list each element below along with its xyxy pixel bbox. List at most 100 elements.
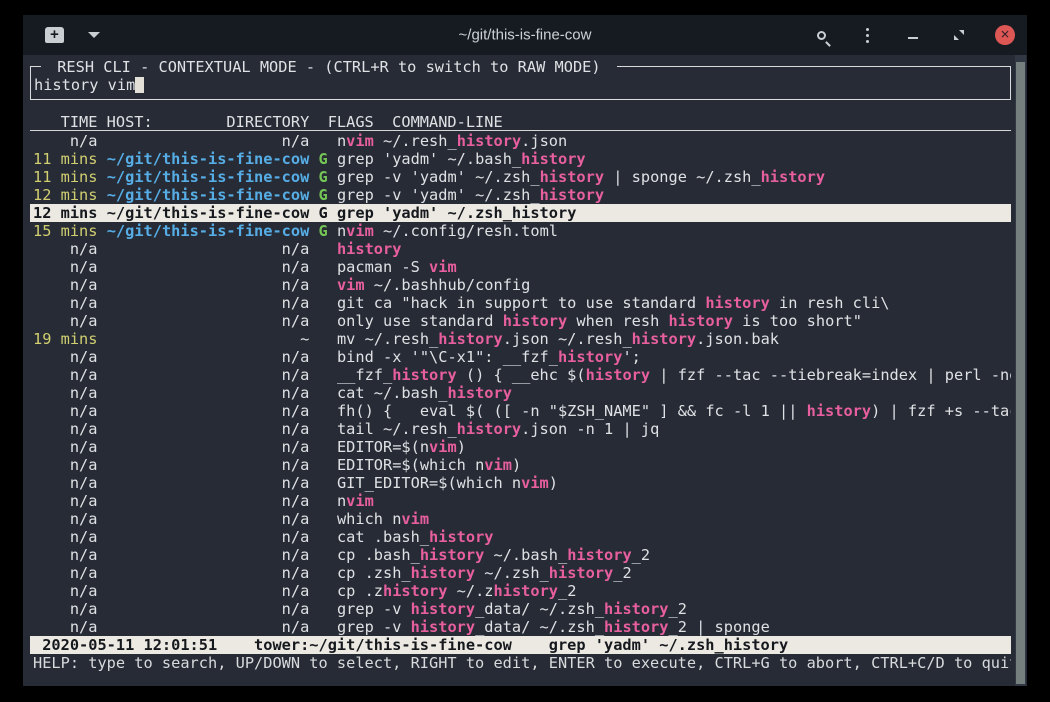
minimize-icon xyxy=(908,37,918,39)
history-row[interactable]: n/a n/a pacman -S vim xyxy=(30,258,1011,276)
history-row[interactable]: n/a n/a tail ~/.resh_history.json -n 1 |… xyxy=(30,420,1011,438)
history-row[interactable]: n/a n/a grep -v history_data/ ~/.zsh_his… xyxy=(30,600,1011,618)
row-segment: vim xyxy=(401,510,429,528)
menu-button[interactable] xyxy=(857,25,877,45)
history-row[interactable]: n/a n/a cp .bash_history ~/.bash_history… xyxy=(30,546,1011,564)
row-segment: n/a xyxy=(97,258,309,276)
row-segment: which n xyxy=(337,510,401,528)
row-segment: n/a xyxy=(33,438,97,456)
history-row[interactable]: n/a n/a cat .bash_history xyxy=(30,528,1011,546)
history-row[interactable]: 12 mins ~/git/this-is-fine-cow G grep -v… xyxy=(30,186,1011,204)
row-segment: 19 mins xyxy=(33,330,97,348)
scrollbar[interactable] xyxy=(1015,55,1026,686)
row-segment: n/a xyxy=(97,618,309,636)
row-segment: _2 xyxy=(613,564,631,582)
row-segment: tail ~/.resh_ xyxy=(337,420,457,438)
history-row[interactable]: 11 mins ~/git/this-is-fine-cow G grep 'y… xyxy=(30,150,1011,168)
row-segment: _data/ ~/.zsh_ xyxy=(475,600,604,618)
history-row[interactable]: 19 mins ~ mv ~/.resh_history.json ~/.res… xyxy=(30,330,1011,348)
row-segment xyxy=(309,330,337,348)
row-segment xyxy=(97,222,106,240)
row-segment: grep 'yadm' ~/.zsh_history xyxy=(337,204,576,222)
row-segment: G xyxy=(319,168,328,186)
history-row[interactable]: n/a n/a nvim xyxy=(30,492,1011,510)
history-row[interactable]: n/a n/a which nvim xyxy=(30,510,1011,528)
row-segment: EDITOR=$(which n xyxy=(337,456,484,474)
row-segment: .json ~/.resh_ xyxy=(503,330,632,348)
history-row[interactable]: n/a n/a cp .zsh_history ~/.zsh_history_2 xyxy=(30,564,1011,582)
row-segment: history xyxy=(383,582,447,600)
row-segment: 11 mins xyxy=(33,168,97,186)
row-segment xyxy=(97,204,106,222)
restore-icon xyxy=(953,29,965,41)
row-segment: ~/.bashhub/config xyxy=(365,276,531,294)
history-row[interactable]: n/a n/a git ca "hack in support to use s… xyxy=(30,294,1011,312)
row-segment xyxy=(309,186,318,204)
search-button[interactable] xyxy=(811,25,831,45)
minimize-button[interactable] xyxy=(903,25,923,45)
row-segment: G xyxy=(319,222,328,240)
row-segment xyxy=(309,168,318,186)
history-row[interactable]: n/a n/a EDITOR=$(which nvim) xyxy=(30,456,1011,474)
row-segment: () { __ehc $( xyxy=(457,366,586,384)
row-segment: history xyxy=(392,366,456,384)
row-segment: n/a xyxy=(33,366,97,384)
resh-box-title: RESH CLI - CONTEXTUAL MODE - (CTRL+R to … xyxy=(41,58,617,76)
row-segment xyxy=(309,366,337,384)
row-segment: vim xyxy=(346,222,374,240)
row-segment: n/a xyxy=(33,546,97,564)
row-segment: n/a xyxy=(97,474,309,492)
row-segment: .json -n 1 | jq xyxy=(521,420,659,438)
close-button[interactable]: ✕ xyxy=(995,25,1015,45)
row-segment: n/a xyxy=(33,276,97,294)
row-segment: history xyxy=(807,402,871,420)
tab-dropdown-button[interactable] xyxy=(88,32,100,38)
row-segment xyxy=(309,348,337,366)
history-row-selected[interactable]: 12 mins ~/git/this-is-fine-cow G grep 'y… xyxy=(30,204,1011,222)
search-input[interactable]: history vim xyxy=(34,76,144,94)
row-segment: n/a xyxy=(97,402,309,420)
history-row[interactable]: 15 mins ~/git/this-is-fine-cow G nvim ~/… xyxy=(30,222,1011,240)
restore-button[interactable] xyxy=(949,25,969,45)
row-segment: '; xyxy=(622,348,640,366)
terminal-window: + ~/git/this-is-fine-cow ✕ RESH CLI - CO… xyxy=(23,15,1027,686)
row-segment: 11 mins xyxy=(33,150,97,168)
history-row[interactable]: n/a n/a cp .zhistory ~/.zhistory_2 xyxy=(30,582,1011,600)
row-segment: n/a xyxy=(33,132,97,150)
row-segment: ) xyxy=(512,456,521,474)
row-segment: history xyxy=(567,546,631,564)
scrollbar-thumb[interactable] xyxy=(1016,62,1025,684)
row-segment xyxy=(309,240,337,258)
table-header: TIME HOST: DIRECTORY FLAGS COMMAND-LINE xyxy=(30,113,1011,131)
row-segment: _2 xyxy=(632,546,650,564)
history-row[interactable]: n/a n/a history xyxy=(30,240,1011,258)
row-segment xyxy=(309,600,337,618)
row-segment: n/a xyxy=(33,348,97,366)
history-row[interactable]: 11 mins ~/git/this-is-fine-cow G grep -v… xyxy=(30,168,1011,186)
history-row[interactable]: n/a n/a cat ~/.bash_history xyxy=(30,384,1011,402)
history-row[interactable]: n/a n/a grep -v history_data/ ~/.zsh_his… xyxy=(30,618,1011,636)
row-segment: ) xyxy=(549,474,558,492)
new-tab-button[interactable]: + xyxy=(45,27,64,43)
row-segment: ~/.resh_ xyxy=(374,132,457,150)
row-segment: cat ~/.bash_ xyxy=(337,384,448,402)
status-bar: 2020-05-11 12:01:51 tower:~/git/this-is-… xyxy=(30,636,1011,654)
history-row[interactable]: n/a n/a vim ~/.bashhub/config xyxy=(30,276,1011,294)
row-segment: vim xyxy=(484,456,512,474)
row-segment xyxy=(309,204,318,222)
history-row[interactable]: n/a n/a only use standard history when r… xyxy=(30,312,1011,330)
row-segment: bind -x '"\C-x1": __fzf_ xyxy=(337,348,558,366)
history-row[interactable]: n/a n/a __fzf_history () { __ehc $(histo… xyxy=(30,366,1011,384)
history-row[interactable]: n/a n/a fh() { eval $( ([ -n "$ZSH_NAME"… xyxy=(30,402,1011,420)
row-segment: n xyxy=(337,132,346,150)
row-segment: history xyxy=(429,528,493,546)
history-row[interactable]: n/a n/a nvim ~/.resh_history.json xyxy=(30,132,1011,150)
row-segment: n/a xyxy=(33,456,97,474)
history-row[interactable]: n/a n/a EDITOR=$(nvim) xyxy=(30,438,1011,456)
row-segment: GIT_EDITOR=$(which n xyxy=(337,474,521,492)
help-line: HELP: type to search, UP/DOWN to select,… xyxy=(30,654,1011,672)
row-segment xyxy=(309,222,318,240)
history-row[interactable]: n/a n/a GIT_EDITOR=$(which nvim) xyxy=(30,474,1011,492)
history-row[interactable]: n/a n/a bind -x '"\C-x1": __fzf_history'… xyxy=(30,348,1011,366)
history-list: n/a n/a nvim ~/.resh_history.json11 mins… xyxy=(30,132,1011,636)
